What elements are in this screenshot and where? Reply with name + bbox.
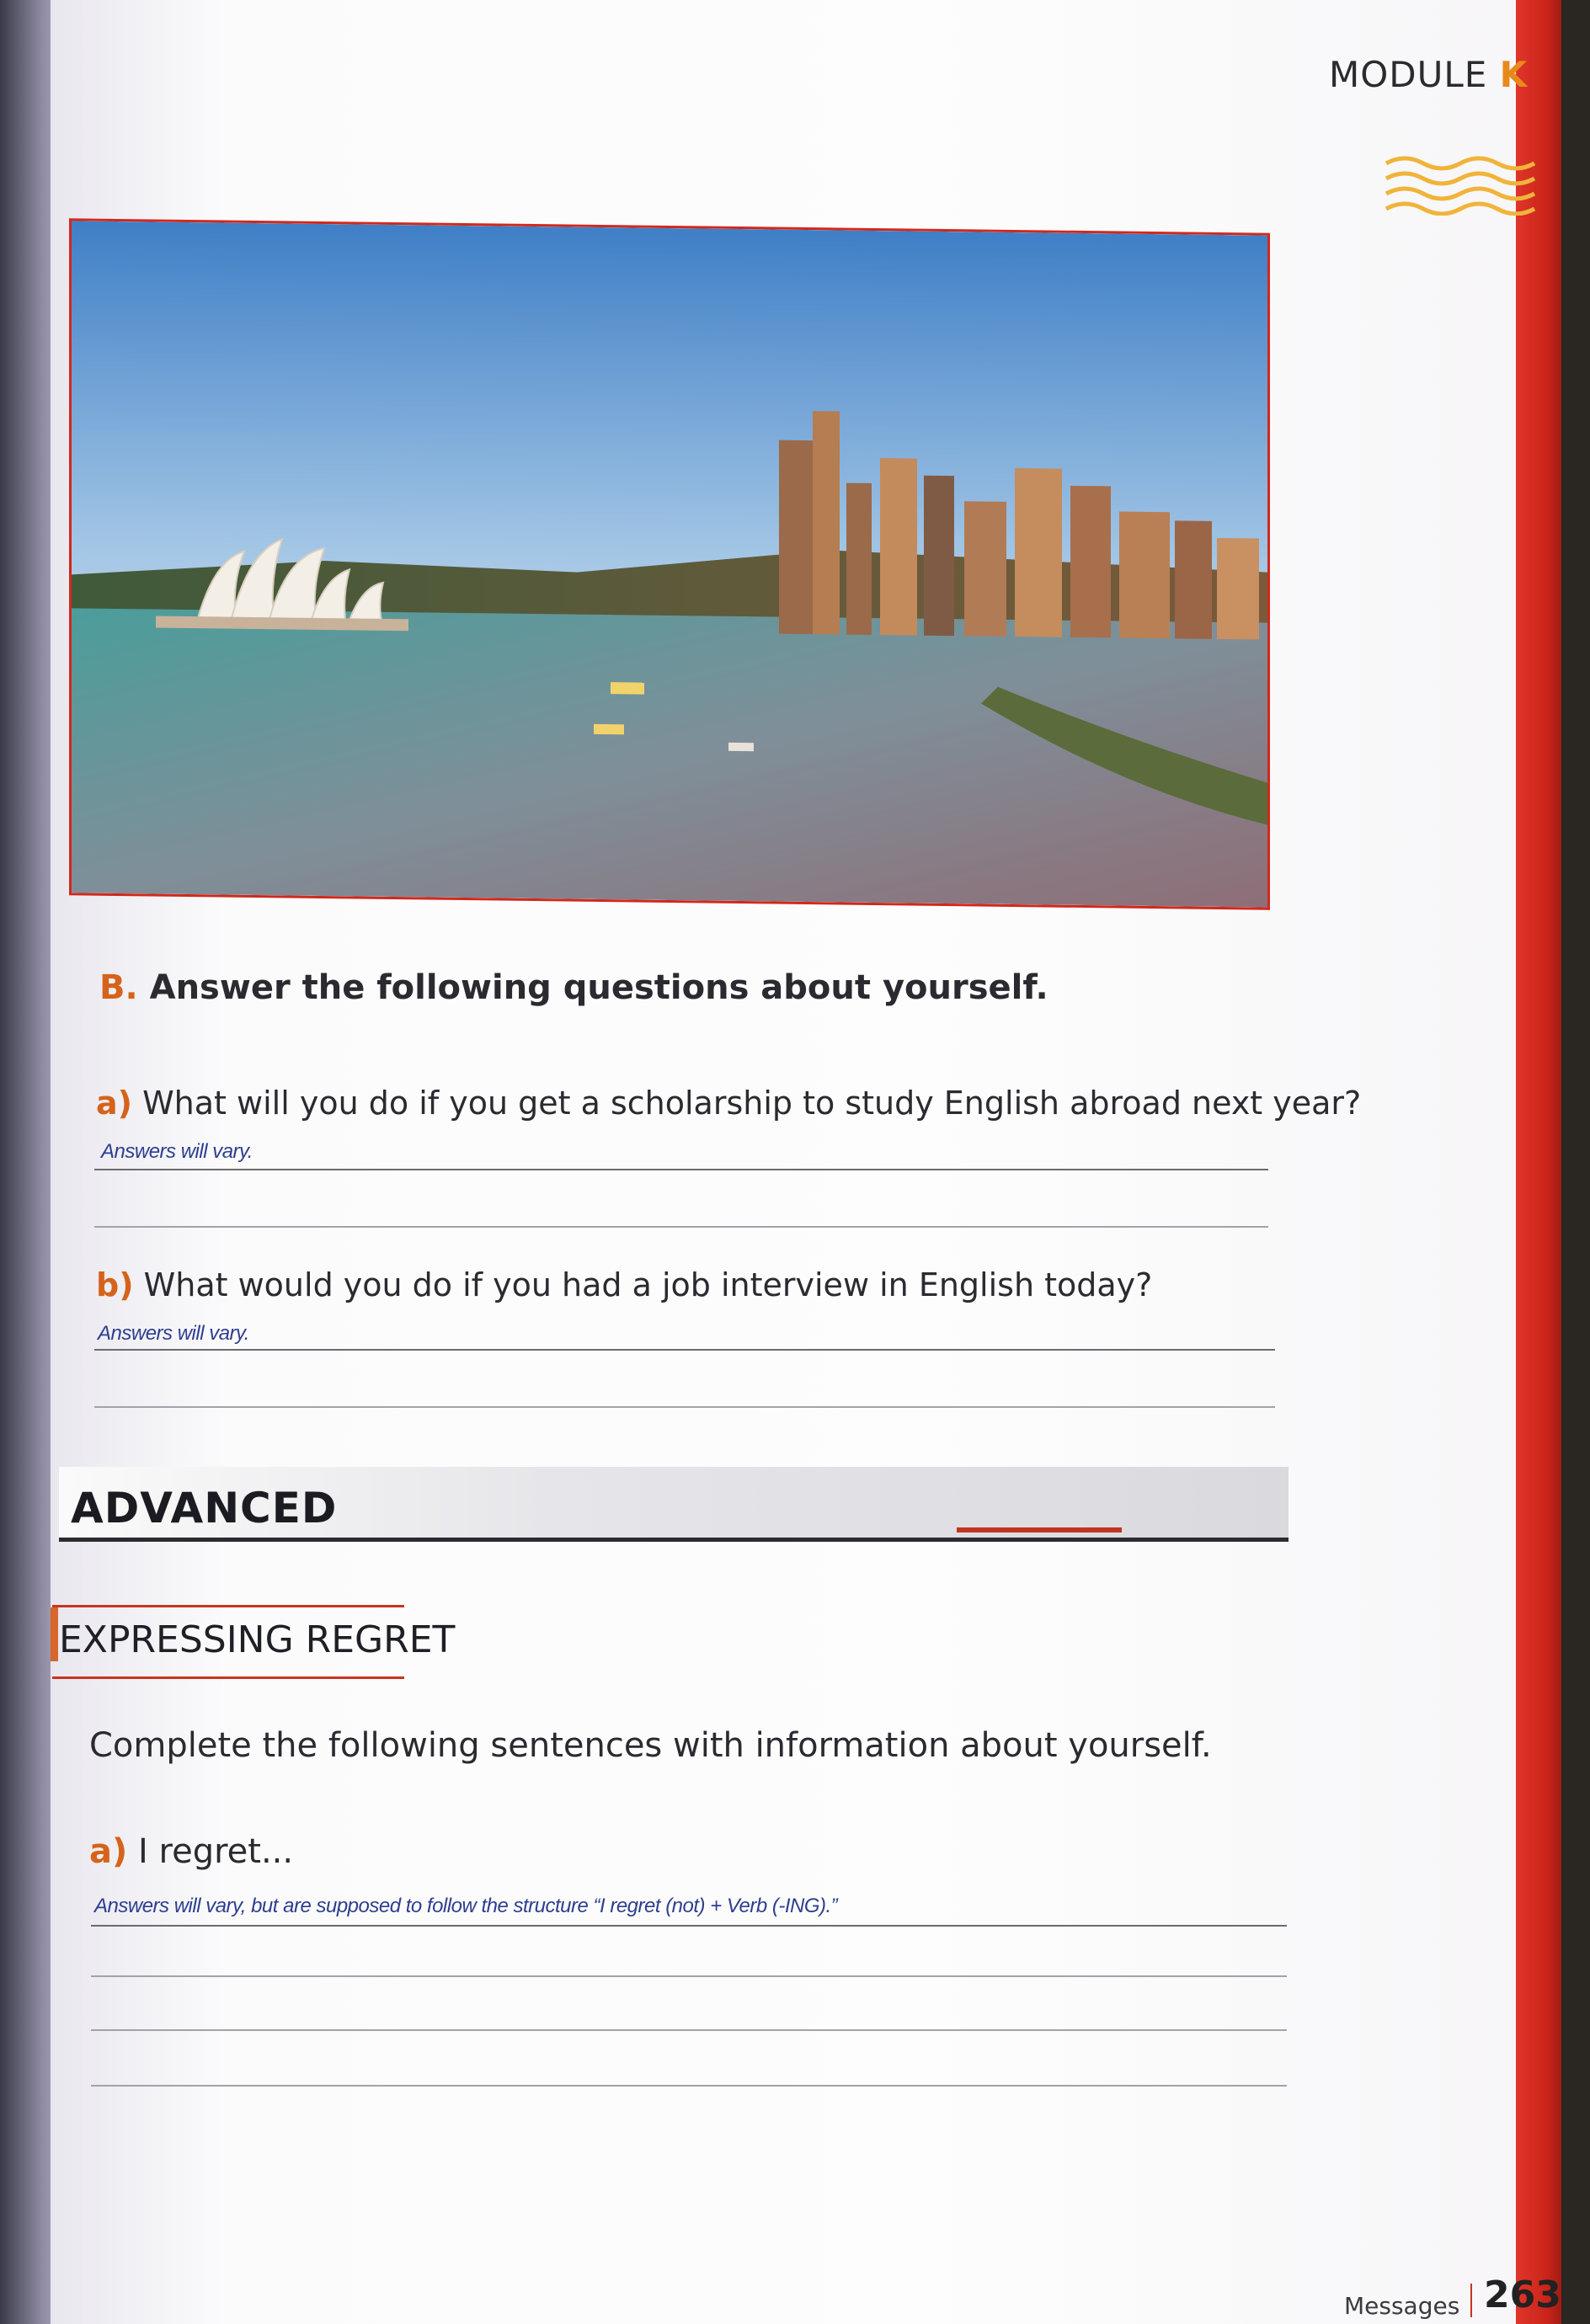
item-a-letter: a) <box>89 1832 128 1871</box>
item-a-text: I regret... <box>138 1832 294 1871</box>
question-b-answer: Answers will vary. <box>98 1322 249 1345</box>
item-a: a) I regret... <box>89 1832 293 1871</box>
answer-line <box>94 1226 1268 1228</box>
sydney-harbour-photo <box>69 218 1270 910</box>
question-b-letter: b) <box>96 1266 134 1303</box>
decorative-waves-icon <box>1385 156 1536 216</box>
exercise-b-title: B. Answer the following questions about … <box>99 968 1048 1007</box>
advanced-section-heading: ADVANCED <box>71 1484 338 1532</box>
answer-line <box>94 1169 1268 1170</box>
advanced-underline-accent <box>957 1527 1122 1532</box>
answer-line <box>91 2085 1287 2087</box>
answer-line <box>94 1349 1275 1351</box>
answer-line <box>94 1406 1275 1408</box>
advanced-underline <box>59 1538 1289 1542</box>
page-number: 263 <box>1484 2273 1561 2316</box>
module-prefix: MODULE <box>1329 54 1500 95</box>
exercise-b-title-text: Answer the following questions about you… <box>149 968 1048 1007</box>
footer-separator <box>1470 2284 1472 2317</box>
question-b-text: What would you do if you had a job inter… <box>143 1266 1153 1303</box>
item-a-answer: Answers will vary, but are supposed to f… <box>94 1895 838 1917</box>
instructions: Complete the following sentences with in… <box>89 1726 1212 1765</box>
page-edge-dark <box>1561 0 1590 2324</box>
question-b: b) What would you do if you had a job in… <box>96 1266 1152 1303</box>
exercise-b-letter: B. <box>99 968 138 1007</box>
module-label: MODULE K <box>1329 54 1528 95</box>
answer-line <box>91 1975 1287 1977</box>
answer-line <box>91 1925 1287 1927</box>
footer-text: Messages <box>1344 2292 1460 2320</box>
question-a-answer: Answers will vary. <box>101 1140 253 1163</box>
expressing-regret-heading: EXPRESSING REGRET <box>59 1618 456 1661</box>
answer-line <box>91 2029 1287 2031</box>
question-a-letter: a) <box>96 1085 133 1122</box>
question-a: a) What will you do if you get a scholar… <box>96 1085 1361 1122</box>
page-edge-red <box>1516 0 1561 2324</box>
question-a-text: What will you do if you get a scholarshi… <box>142 1085 1362 1122</box>
module-letter: K <box>1499 54 1529 95</box>
